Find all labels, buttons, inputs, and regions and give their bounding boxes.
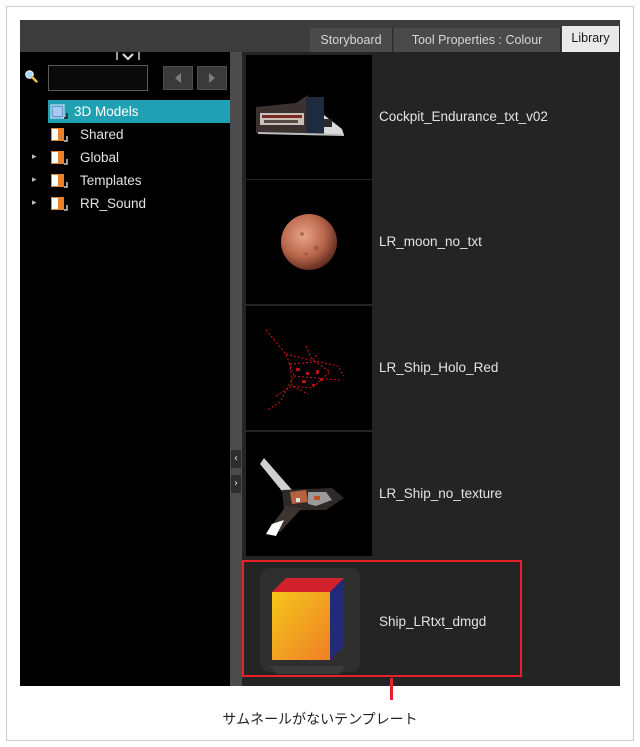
tree-item-label: Templates (80, 173, 142, 188)
tree-item-3d-models[interactable]: 3D Models (48, 100, 230, 123)
cockpit-model-thumbnail (246, 55, 372, 179)
tab-library[interactable]: Library (562, 26, 620, 52)
tree-item-label: 3D Models (74, 104, 139, 119)
expand-right-button[interactable]: › (231, 475, 241, 493)
tree-item-label: Global (80, 150, 120, 165)
item-label: LR_Ship_Holo_Red (379, 360, 499, 375)
moon-sphere-thumbnail (246, 180, 372, 304)
hologram-ship-thumbnail (246, 306, 372, 430)
expand-arrow-icon[interactable]: ▸ (32, 169, 42, 192)
collapse-handle[interactable] (116, 52, 140, 62)
list-item[interactable]: LR_moon_no_txt (242, 180, 620, 304)
tree-item-global[interactable]: ▸ Global (20, 146, 230, 169)
annotation-caption: サムネールがないテンプレート (222, 712, 418, 728)
tab-storyboard[interactable]: Storyboard (310, 28, 393, 52)
tree-item-shared[interactable]: Shared (20, 123, 230, 146)
panel-splitter[interactable]: ‹ › (230, 52, 242, 686)
ship-model-thumbnail (246, 432, 372, 556)
library-folder-icon (50, 149, 68, 166)
item-label: LR_Ship_no_texture (379, 486, 503, 501)
next-button[interactable] (197, 66, 227, 90)
tab-bar: Storyboard Tool Properties : Colour Libr… (20, 20, 620, 52)
library-folder-icon (50, 126, 68, 143)
search-icon (24, 69, 40, 85)
collapse-left-button[interactable]: ‹ (231, 450, 241, 468)
item-label: LR_moon_no_txt (379, 234, 482, 249)
tree-item-templates[interactable]: ▸ Templates (20, 169, 230, 192)
tab-tool-properties[interactable]: Tool Properties : Colour (394, 28, 561, 52)
library-tree: 3D Models Shared ▸ Global ▸ Templates ▸ … (20, 100, 230, 215)
tree-item-label: RR_Sound (80, 196, 147, 211)
item-label: Cockpit_Endurance_txt_v02 (379, 109, 548, 124)
library-folder-icon (50, 172, 68, 189)
list-item[interactable]: LR_Ship_Holo_Red (242, 306, 620, 430)
highlight-box (242, 560, 522, 677)
3d-models-folder-icon (50, 103, 68, 120)
search-row (20, 65, 230, 91)
tree-item-rr-sound[interactable]: ▸ RR_Sound (20, 192, 230, 215)
search-input[interactable] (48, 65, 148, 91)
list-item[interactable]: LR_Ship_no_texture (242, 432, 620, 556)
expand-arrow-icon[interactable]: ▸ (32, 192, 42, 215)
previous-button[interactable] (163, 66, 193, 90)
library-folder-icon (50, 195, 68, 212)
expand-arrow-icon[interactable]: ▸ (32, 146, 42, 169)
list-item[interactable]: Cockpit_Endurance_txt_v02 (242, 55, 620, 179)
callout-line (390, 678, 393, 700)
library-tree-panel: 3D Models Shared ▸ Global ▸ Templates ▸ … (20, 52, 230, 686)
tree-item-label: Shared (80, 127, 124, 142)
